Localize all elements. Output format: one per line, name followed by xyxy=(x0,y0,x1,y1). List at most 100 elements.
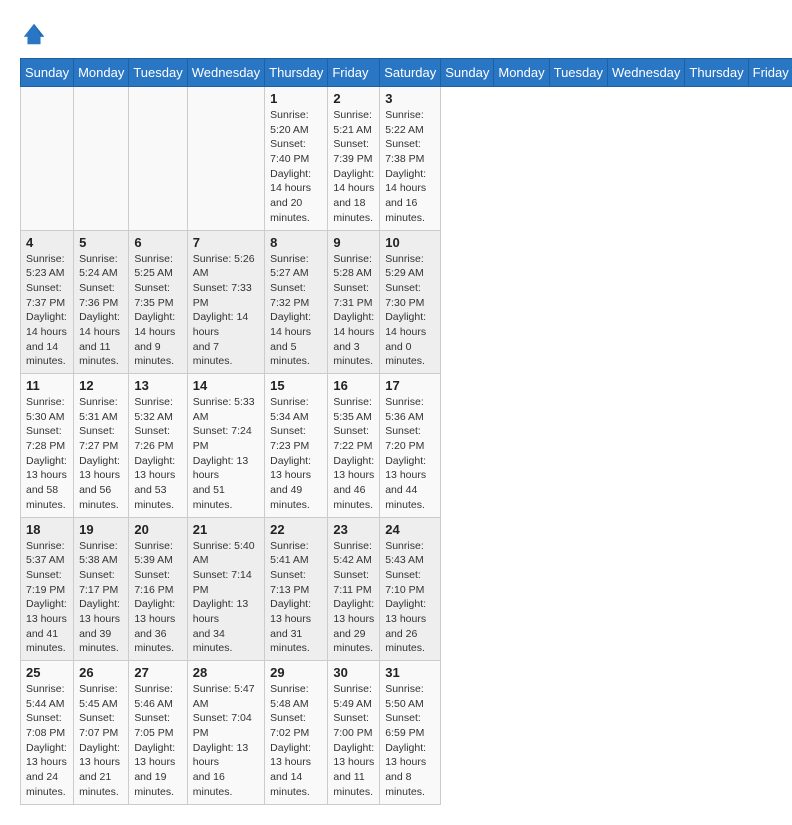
day-info: Sunrise: 5:21 AM Sunset: 7:39 PM Dayligh… xyxy=(333,108,374,226)
day-info: Sunrise: 5:39 AM Sunset: 7:16 PM Dayligh… xyxy=(134,539,181,657)
day-info: Sunrise: 5:24 AM Sunset: 7:36 PM Dayligh… xyxy=(79,252,123,370)
day-number: 10 xyxy=(385,235,435,250)
calendar-cell: 3 Sunrise: 5:22 AM Sunset: 7:38 PM Daylig… xyxy=(380,87,441,231)
day-number: 19 xyxy=(79,522,123,537)
calendar-cell xyxy=(74,87,129,231)
day-number: 28 xyxy=(193,665,259,680)
calendar-table: SundayMondayTuesdayWednesdayThursdayFrid… xyxy=(20,58,792,805)
calendar-cell xyxy=(21,87,74,231)
day-info: Sunrise: 5:46 AM Sunset: 7:05 PM Dayligh… xyxy=(134,682,181,800)
day-number: 1 xyxy=(270,91,322,106)
calendar-week-row: 1 Sunrise: 5:20 AM Sunset: 7:40 PM Daylig… xyxy=(21,87,792,231)
day-number: 29 xyxy=(270,665,322,680)
day-info: Sunrise: 5:40 AM Sunset: 7:14 PM Dayligh… xyxy=(193,539,259,657)
day-info: Sunrise: 5:50 AM Sunset: 6:59 PM Dayligh… xyxy=(385,682,435,800)
day-number: 11 xyxy=(26,378,68,393)
day-number: 30 xyxy=(333,665,374,680)
calendar-cell xyxy=(129,87,187,231)
day-number: 13 xyxy=(134,378,181,393)
day-info: Sunrise: 5:25 AM Sunset: 7:35 PM Dayligh… xyxy=(134,252,181,370)
day-info: Sunrise: 5:35 AM Sunset: 7:22 PM Dayligh… xyxy=(333,395,374,513)
header-thursday: Thursday xyxy=(265,59,328,87)
dow-header-thursday: Thursday xyxy=(685,59,748,87)
calendar-cell: 2 Sunrise: 5:21 AM Sunset: 7:39 PM Daylig… xyxy=(328,87,380,231)
calendar-cell: 25 Sunrise: 5:44 AM Sunset: 7:08 PM Dayli… xyxy=(21,661,74,805)
day-info: Sunrise: 5:37 AM Sunset: 7:19 PM Dayligh… xyxy=(26,539,68,657)
day-number: 4 xyxy=(26,235,68,250)
calendar-cell: 18Sunrise: 5:37 AM Sunset: 7:19 PM Dayli… xyxy=(21,517,74,661)
header-friday: Friday xyxy=(328,59,380,87)
calendar-week-row: 4 Sunrise: 5:23 AM Sunset: 7:37 PM Daylig… xyxy=(21,230,792,374)
day-info: Sunrise: 5:26 AM Sunset: 7:33 PM Dayligh… xyxy=(193,252,259,370)
calendar-cell: 1 Sunrise: 5:20 AM Sunset: 7:40 PM Daylig… xyxy=(265,87,328,231)
calendar-cell xyxy=(187,87,264,231)
day-number: 12 xyxy=(79,378,123,393)
header-wednesday: Wednesday xyxy=(187,59,264,87)
day-info: Sunrise: 5:49 AM Sunset: 7:00 PM Dayligh… xyxy=(333,682,374,800)
calendar-cell: 28Sunrise: 5:47 AM Sunset: 7:04 PM Dayli… xyxy=(187,661,264,805)
calendar-cell: 6 Sunrise: 5:25 AM Sunset: 7:35 PM Daylig… xyxy=(129,230,187,374)
day-number: 9 xyxy=(333,235,374,250)
day-number: 5 xyxy=(79,235,123,250)
calendar-cell: 29 Sunrise: 5:48 AM Sunset: 7:02 PM Dayli… xyxy=(265,661,328,805)
page-header xyxy=(20,20,772,48)
calendar-cell: 5 Sunrise: 5:24 AM Sunset: 7:36 PM Daylig… xyxy=(74,230,129,374)
header-tuesday: Tuesday xyxy=(129,59,187,87)
day-info: Sunrise: 5:41 AM Sunset: 7:13 PM Dayligh… xyxy=(270,539,322,657)
header-monday: Monday xyxy=(74,59,129,87)
day-info: Sunrise: 5:32 AM Sunset: 7:26 PM Dayligh… xyxy=(134,395,181,513)
day-info: Sunrise: 5:22 AM Sunset: 7:38 PM Dayligh… xyxy=(385,108,435,226)
calendar-cell: 23Sunrise: 5:42 AM Sunset: 7:11 PM Dayli… xyxy=(328,517,380,661)
day-number: 26 xyxy=(79,665,123,680)
logo xyxy=(20,20,52,48)
day-number: 24 xyxy=(385,522,435,537)
header-sunday: Sunday xyxy=(21,59,74,87)
day-info: Sunrise: 5:23 AM Sunset: 7:37 PM Dayligh… xyxy=(26,252,68,370)
day-info: Sunrise: 5:30 AM Sunset: 7:28 PM Dayligh… xyxy=(26,395,68,513)
calendar-cell: 14 Sunrise: 5:33 AM Sunset: 7:24 PM Dayli… xyxy=(187,374,264,518)
calendar-cell: 21 Sunrise: 5:40 AM Sunset: 7:14 PM Dayli… xyxy=(187,517,264,661)
day-number: 20 xyxy=(134,522,181,537)
day-number: 17 xyxy=(385,378,435,393)
calendar-cell: 30 Sunrise: 5:49 AM Sunset: 7:00 PM Dayli… xyxy=(328,661,380,805)
day-info: Sunrise: 5:44 AM Sunset: 7:08 PM Dayligh… xyxy=(26,682,68,800)
day-number: 16 xyxy=(333,378,374,393)
calendar-cell: 11 Sunrise: 5:30 AM Sunset: 7:28 PM Dayli… xyxy=(21,374,74,518)
day-info: Sunrise: 5:29 AM Sunset: 7:30 PM Dayligh… xyxy=(385,252,435,370)
calendar-cell: 31 Sunrise: 5:50 AM Sunset: 6:59 PM Dayli… xyxy=(380,661,441,805)
day-info: Sunrise: 5:42 AM Sunset: 7:11 PM Dayligh… xyxy=(333,539,374,657)
day-number: 14 xyxy=(193,378,259,393)
day-number: 31 xyxy=(385,665,435,680)
logo-icon xyxy=(20,20,48,48)
day-number: 8 xyxy=(270,235,322,250)
dow-header-wednesday: Wednesday xyxy=(608,59,685,87)
calendar-cell: 13 Sunrise: 5:32 AM Sunset: 7:26 PM Dayli… xyxy=(129,374,187,518)
calendar-cell: 7Sunrise: 5:26 AM Sunset: 7:33 PM Daylig… xyxy=(187,230,264,374)
day-info: Sunrise: 5:33 AM Sunset: 7:24 PM Dayligh… xyxy=(193,395,259,513)
day-number: 6 xyxy=(134,235,181,250)
day-number: 25 xyxy=(26,665,68,680)
day-info: Sunrise: 5:34 AM Sunset: 7:23 PM Dayligh… xyxy=(270,395,322,513)
day-info: Sunrise: 5:48 AM Sunset: 7:02 PM Dayligh… xyxy=(270,682,322,800)
dow-header-tuesday: Tuesday xyxy=(549,59,607,87)
calendar-cell: 17Sunrise: 5:36 AM Sunset: 7:20 PM Dayli… xyxy=(380,374,441,518)
day-info: Sunrise: 5:38 AM Sunset: 7:17 PM Dayligh… xyxy=(79,539,123,657)
day-number: 3 xyxy=(385,91,435,106)
day-number: 27 xyxy=(134,665,181,680)
day-info: Sunrise: 5:43 AM Sunset: 7:10 PM Dayligh… xyxy=(385,539,435,657)
calendar-cell: 26Sunrise: 5:45 AM Sunset: 7:07 PM Dayli… xyxy=(74,661,129,805)
day-number: 22 xyxy=(270,522,322,537)
dow-header-friday: Friday xyxy=(748,59,792,87)
dow-header-monday: Monday xyxy=(494,59,549,87)
calendar-cell: 27 Sunrise: 5:46 AM Sunset: 7:05 PM Dayli… xyxy=(129,661,187,805)
calendar-cell: 9Sunrise: 5:28 AM Sunset: 7:31 PM Daylig… xyxy=(328,230,380,374)
day-number: 21 xyxy=(193,522,259,537)
dow-header-sunday: Sunday xyxy=(441,59,494,87)
calendar-cell: 4 Sunrise: 5:23 AM Sunset: 7:37 PM Daylig… xyxy=(21,230,74,374)
calendar-cell: 12Sunrise: 5:31 AM Sunset: 7:27 PM Dayli… xyxy=(74,374,129,518)
day-number: 2 xyxy=(333,91,374,106)
calendar-cell: 22 Sunrise: 5:41 AM Sunset: 7:13 PM Dayli… xyxy=(265,517,328,661)
calendar-cell: 10 Sunrise: 5:29 AM Sunset: 7:30 PM Dayli… xyxy=(380,230,441,374)
calendar-cell: 8Sunrise: 5:27 AM Sunset: 7:32 PM Daylig… xyxy=(265,230,328,374)
day-info: Sunrise: 5:20 AM Sunset: 7:40 PM Dayligh… xyxy=(270,108,322,226)
